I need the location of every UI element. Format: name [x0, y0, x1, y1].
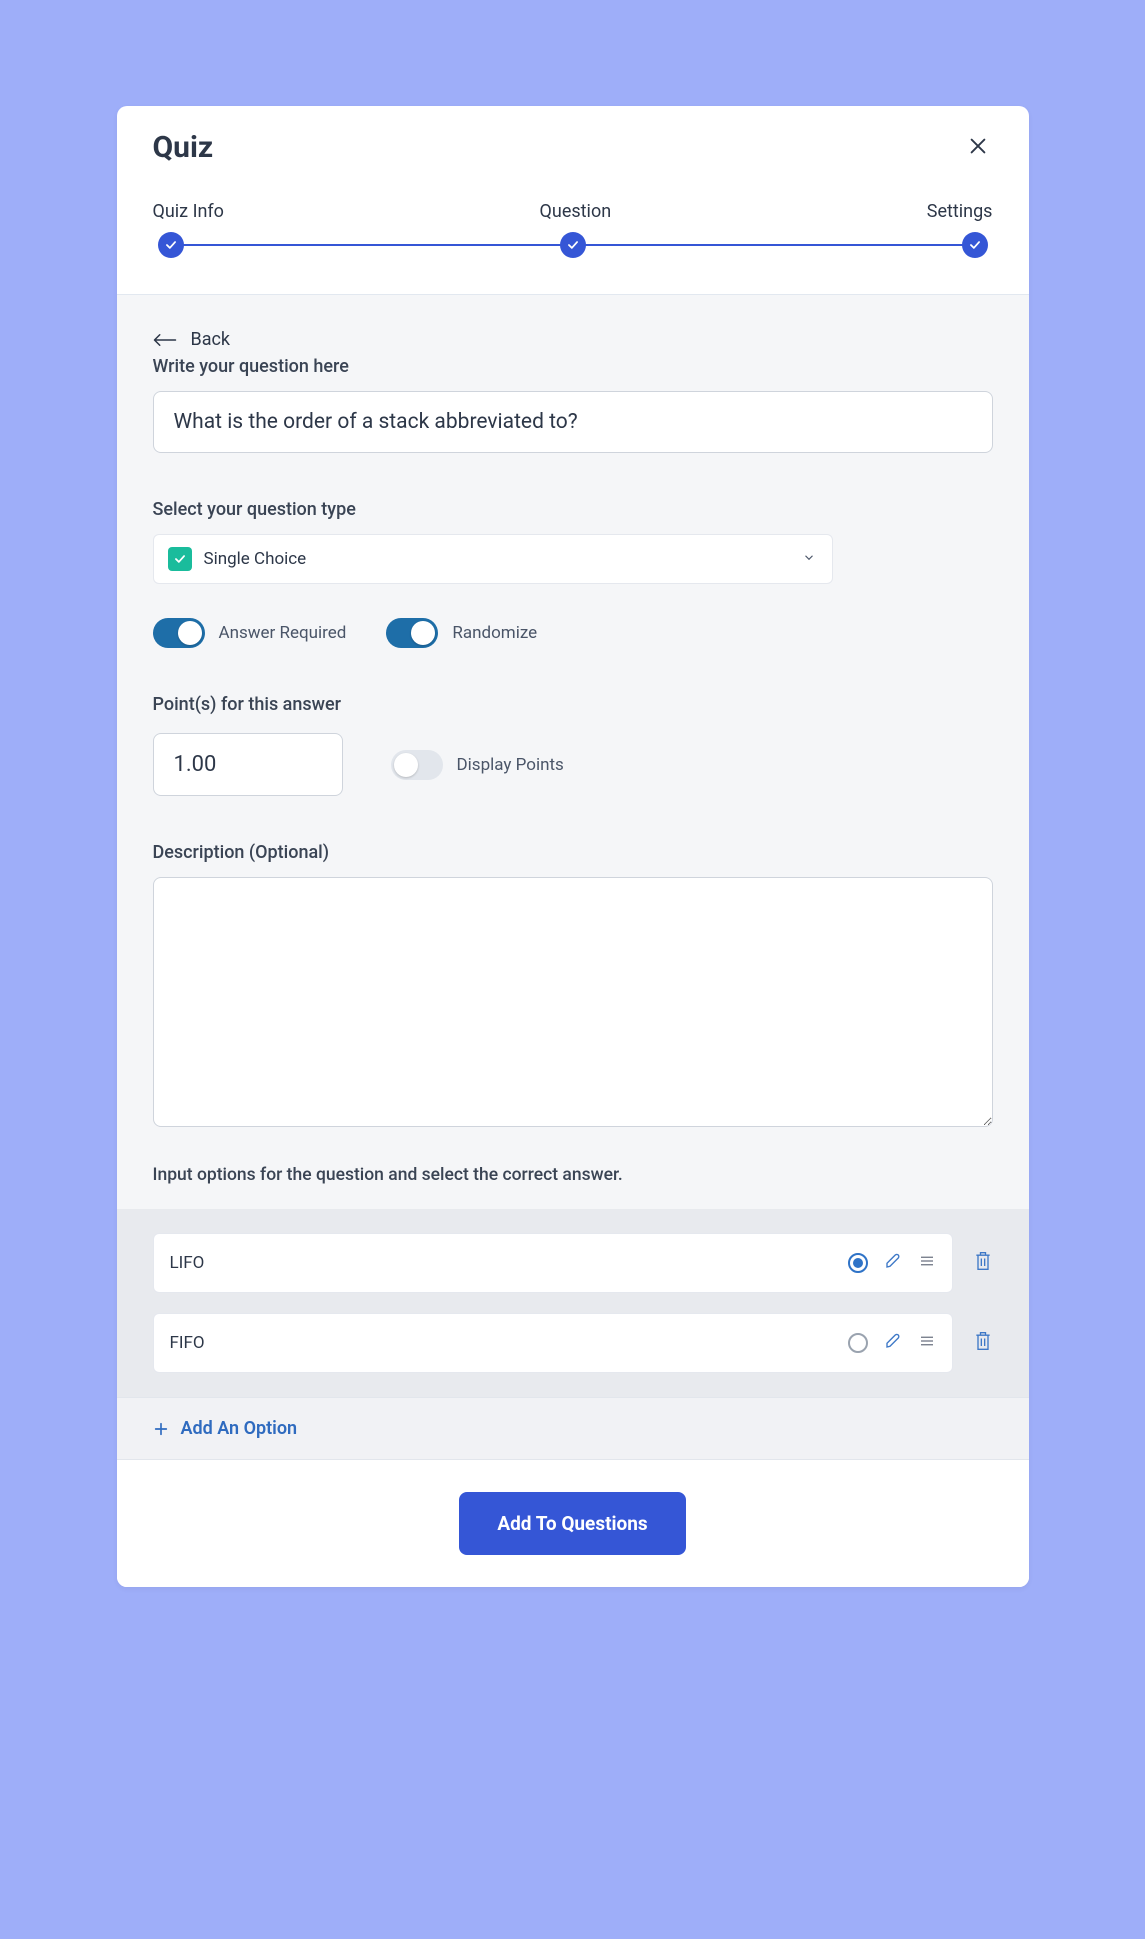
description-textarea[interactable]	[153, 877, 993, 1127]
description-label: Description (Optional)	[153, 842, 993, 863]
check-icon	[968, 238, 982, 252]
display-points-label: Display Points	[457, 755, 564, 775]
step-label-2[interactable]: Question	[540, 201, 612, 222]
edit-icon[interactable]	[884, 1252, 902, 1274]
options-panel: LIFO FIFO	[117, 1209, 1029, 1397]
quiz-modal: Quiz Quiz Info Question Settings Back Wr…	[117, 106, 1029, 1587]
option-text: FIFO	[170, 1333, 205, 1353]
options-hint: Input options for the question and selec…	[153, 1165, 993, 1185]
question-type-select[interactable]: Single Choice	[153, 534, 833, 584]
arrow-left-icon	[153, 332, 177, 348]
plus-icon	[153, 1421, 169, 1437]
step-dot-1[interactable]	[158, 232, 184, 258]
drag-handle-icon[interactable]	[918, 1252, 936, 1274]
chevron-down-icon	[802, 550, 816, 569]
modal-footer: Add To Questions	[117, 1460, 1029, 1587]
option-row: FIFO	[153, 1313, 993, 1373]
stepper: Quiz Info Question Settings	[117, 173, 1029, 295]
points-label: Point(s) for this answer	[153, 694, 993, 715]
option-row: LIFO	[153, 1233, 993, 1293]
add-option-label: Add An Option	[181, 1418, 298, 1439]
close-button[interactable]	[963, 131, 993, 165]
back-button[interactable]: Back	[153, 329, 993, 350]
option-radio[interactable]	[848, 1253, 868, 1273]
modal-body: Back Write your question here Select you…	[117, 295, 1029, 1587]
option-radio[interactable]	[848, 1333, 868, 1353]
delete-option-button[interactable]	[973, 1330, 993, 1356]
modal-title: Quiz	[153, 130, 214, 165]
display-points-toggle[interactable]	[391, 750, 443, 780]
step-label-3[interactable]: Settings	[927, 201, 993, 222]
modal-header: Quiz	[117, 106, 1029, 173]
add-option-button[interactable]: Add An Option	[117, 1397, 1029, 1460]
question-label: Write your question here	[153, 356, 993, 377]
step-label-1[interactable]: Quiz Info	[153, 201, 224, 222]
drag-handle-icon[interactable]	[918, 1332, 936, 1354]
trash-icon	[973, 1330, 993, 1352]
check-icon	[566, 238, 580, 252]
points-input[interactable]	[153, 733, 343, 796]
answer-required-label: Answer Required	[219, 623, 347, 643]
randomize-toggle[interactable]	[386, 618, 438, 648]
type-label: Select your question type	[153, 499, 993, 520]
type-selected: Single Choice	[204, 549, 307, 569]
option-text: LIFO	[170, 1253, 205, 1273]
check-icon	[168, 547, 192, 571]
add-to-questions-button[interactable]: Add To Questions	[459, 1492, 685, 1555]
delete-option-button[interactable]	[973, 1250, 993, 1276]
step-dot-2[interactable]	[560, 232, 586, 258]
trash-icon	[973, 1250, 993, 1272]
answer-required-toggle[interactable]	[153, 618, 205, 648]
option-box[interactable]: FIFO	[153, 1313, 953, 1373]
edit-icon[interactable]	[884, 1332, 902, 1354]
back-label: Back	[191, 329, 231, 350]
randomize-label: Randomize	[452, 623, 537, 643]
option-box[interactable]: LIFO	[153, 1233, 953, 1293]
question-input[interactable]	[153, 391, 993, 453]
step-dot-3[interactable]	[962, 232, 988, 258]
check-icon	[164, 238, 178, 252]
close-icon	[967, 135, 989, 157]
